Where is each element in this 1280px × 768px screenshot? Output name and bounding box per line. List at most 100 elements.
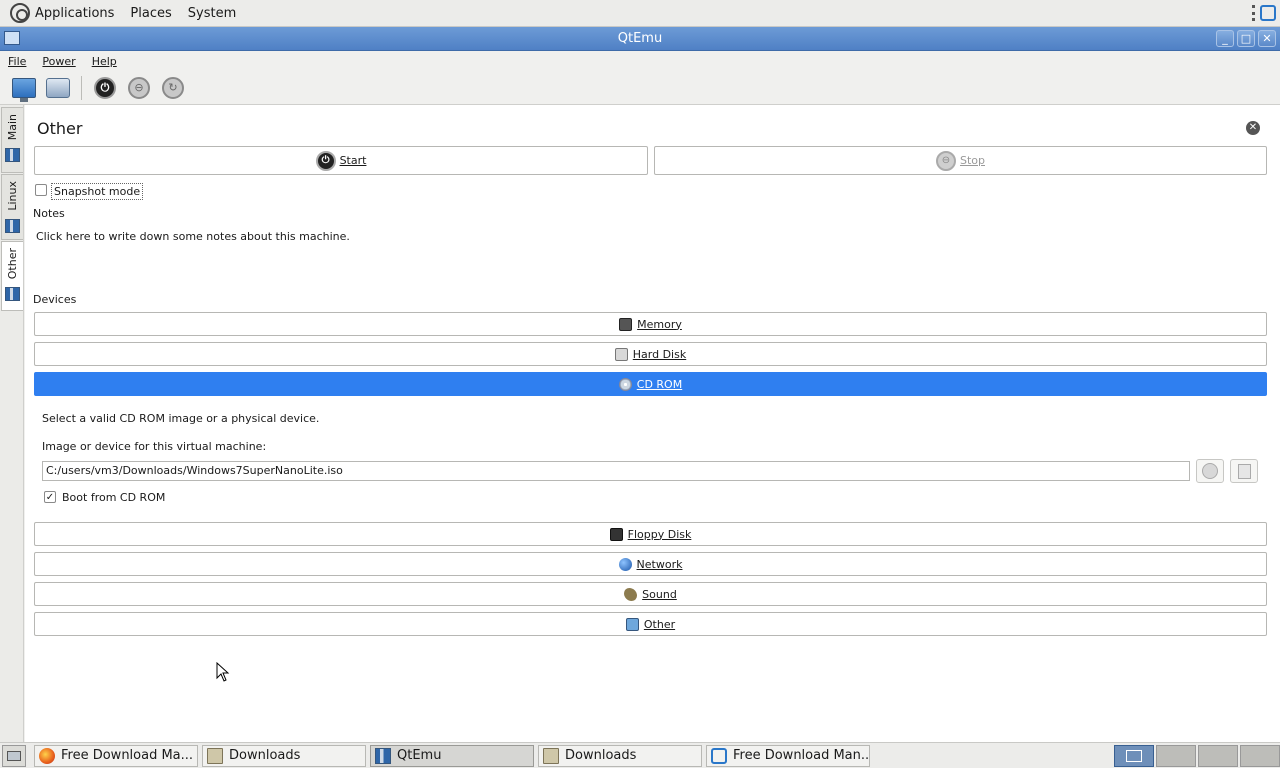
task-label: Free Download Ma...	[61, 748, 194, 763]
sound-label: Sound	[642, 587, 677, 601]
menu-help[interactable]: Help	[84, 55, 125, 68]
toolbar-separator	[81, 75, 82, 100]
network-button[interactable]: Network	[34, 552, 1267, 576]
cd-rom-path-input[interactable]: C:/users/vm3/Downloads/Windows7SuperNano…	[42, 461, 1190, 481]
stop-icon: ⊖	[935, 150, 956, 171]
task-label: Downloads	[229, 748, 301, 763]
minimize-button[interactable]: _	[1216, 30, 1234, 47]
toolbar-start-button[interactable]: ⏻	[91, 74, 119, 102]
workspace-1[interactable]	[1114, 745, 1154, 767]
task-label: Downloads	[565, 748, 637, 763]
notes-field[interactable]: Click here to write down some notes abou…	[36, 230, 350, 243]
applications-menu-label: Applications	[35, 5, 115, 21]
hard-disk-icon	[614, 347, 628, 361]
toolbar-restart-button[interactable]: ↻	[159, 74, 187, 102]
other-button[interactable]: Other	[34, 612, 1267, 636]
tab-main[interactable]: Main	[1, 107, 23, 173]
menu-file[interactable]: File	[0, 55, 34, 68]
tab-other[interactable]: Other	[1, 241, 23, 311]
panel-tray	[1252, 3, 1276, 23]
new-machine-button[interactable]	[10, 74, 38, 102]
open-machine-button[interactable]	[44, 74, 72, 102]
workspace-switcher	[1114, 745, 1280, 767]
floppy-icon	[609, 527, 623, 541]
folder-icon	[543, 747, 559, 764]
toolbar-stop-button[interactable]: ⊖	[125, 74, 153, 102]
devices-heading: Devices	[33, 293, 77, 306]
floppy-disk-label: Floppy Disk	[627, 527, 692, 541]
network-globe-icon	[618, 557, 632, 571]
system-menu-label: System	[187, 5, 237, 21]
other-label: Other	[643, 617, 676, 631]
task-label: Free Download Man...	[733, 748, 870, 763]
machine-tabs: Main Linux Other	[0, 105, 24, 742]
restart-icon: ↻	[162, 76, 184, 99]
disc-icon	[1202, 463, 1218, 479]
window-thumbnail-icon	[1126, 750, 1142, 762]
show-desktop-button[interactable]	[2, 744, 26, 767]
select-physical-drive-button[interactable]	[1196, 459, 1224, 483]
firefox-icon	[39, 747, 55, 764]
snapshot-label[interactable]: Snapshot mode	[51, 183, 144, 200]
cd-rom-label: CD ROM	[636, 377, 683, 391]
places-menu-label: Places	[130, 5, 172, 21]
download-manager-tray-icon[interactable]	[1260, 5, 1276, 21]
cd-rom-field-label: Image or device for this virtual machine…	[42, 440, 267, 453]
tab-main-label: Main	[6, 114, 19, 141]
fdm-icon	[711, 747, 727, 764]
hard-disk-button[interactable]: Hard Disk	[34, 342, 1267, 366]
workspace-2[interactable]	[1156, 745, 1196, 767]
panel-handle-icon[interactable]	[1252, 3, 1256, 23]
memory-button[interactable]: Memory	[34, 312, 1267, 336]
task-label: QtEmu	[397, 748, 442, 763]
floppy-disk-button[interactable]: Floppy Disk	[34, 522, 1267, 546]
task-qtemu[interactable]: QtEmu	[370, 744, 534, 767]
menubar: File Power Help	[0, 51, 1280, 71]
window-titlebar[interactable]: QtEmu _ □ ✕	[0, 27, 1280, 51]
close-tab-icon[interactable]: ✕	[1246, 121, 1260, 135]
boot-from-cd-checkbox[interactable]: ✓	[44, 491, 56, 503]
hard-disk-label: Hard Disk	[632, 347, 687, 361]
start-button-label: Start	[339, 154, 367, 167]
tab-linux-label: Linux	[6, 181, 19, 211]
machine-icon	[5, 218, 20, 233]
tab-linux[interactable]: Linux	[1, 174, 23, 240]
menu-power[interactable]: Power	[34, 55, 83, 68]
machine-page: Other ✕ ⏻ Start ⊖ Stop Snapshot mode Not…	[25, 105, 1280, 742]
browse-image-button[interactable]	[1230, 459, 1258, 483]
memory-icon	[619, 317, 633, 331]
memory-label: Memory	[637, 317, 682, 331]
system-menu[interactable]: System	[180, 6, 244, 21]
notes-heading: Notes	[33, 207, 65, 220]
qtemu-window-icon[interactable]	[4, 31, 20, 45]
other-device-icon	[625, 617, 639, 631]
sound-button[interactable]: Sound	[34, 582, 1267, 606]
start-button[interactable]: ⏻ Start	[34, 146, 648, 175]
close-button[interactable]: ✕	[1258, 30, 1276, 47]
monitor-icon	[12, 77, 36, 102]
folder-icon	[207, 747, 223, 764]
maximize-button[interactable]: □	[1237, 30, 1255, 47]
task-downloads-2[interactable]: Downloads	[538, 744, 702, 767]
snapshot-checkbox[interactable]	[35, 184, 47, 196]
cd-rom-icon	[618, 377, 632, 391]
window-title: QtEmu	[617, 31, 663, 46]
places-menu[interactable]: Places	[122, 6, 179, 21]
task-downloads-1[interactable]: Downloads	[202, 744, 366, 767]
power-icon: ⏻	[94, 76, 116, 99]
applications-logo-icon	[10, 3, 30, 23]
applications-menu[interactable]: Applications	[0, 3, 122, 23]
cd-rom-instruction: Select a valid CD ROM image or a physica…	[42, 412, 320, 425]
desktop-icon	[7, 750, 21, 761]
task-free-download-manager-browser[interactable]: Free Download Ma...	[34, 744, 198, 767]
sound-card-icon	[624, 587, 638, 601]
task-free-download-manager[interactable]: Free Download Man...	[706, 744, 870, 767]
cd-rom-button[interactable]: CD ROM	[34, 372, 1267, 396]
page-title: Other	[37, 119, 83, 138]
workspace-3[interactable]	[1198, 745, 1238, 767]
workspace-4[interactable]	[1240, 745, 1280, 767]
boot-from-cd-label[interactable]: Boot from CD ROM	[62, 491, 165, 504]
tab-other-label: Other	[6, 248, 19, 280]
stop-button[interactable]: ⊖ Stop	[654, 146, 1267, 175]
top-panel: Applications Places System	[0, 0, 1280, 27]
